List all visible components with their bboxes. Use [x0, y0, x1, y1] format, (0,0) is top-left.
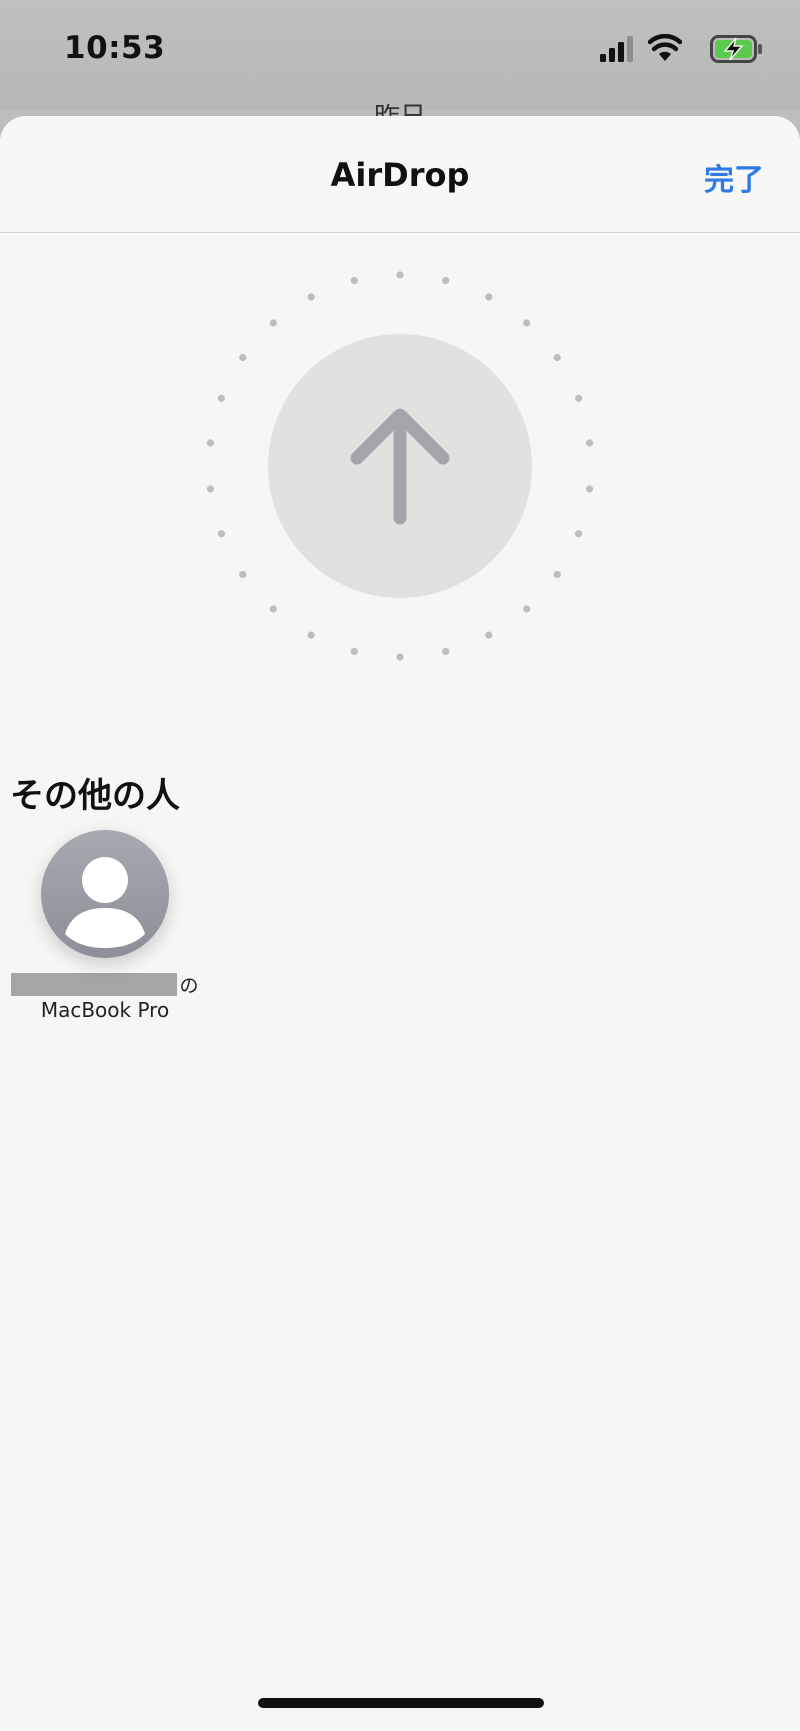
device-macbook-pro[interactable]: の MacBook Pro: [10, 830, 200, 1022]
home-indicator[interactable]: [258, 1698, 544, 1708]
radar-dot: [396, 271, 404, 279]
radar-dot: [442, 277, 450, 285]
radar-dot: [586, 439, 594, 447]
radar-dot: [307, 293, 315, 301]
airdrop-sheet: AirDrop 完了 その他の人 の MacBook Pro: [0, 116, 800, 1731]
device-owner: の: [10, 970, 200, 998]
radar-dot: [350, 277, 358, 285]
device-owner-suffix: の: [179, 974, 199, 997]
radar-dot: [239, 570, 247, 579]
radar-dot: [575, 394, 583, 402]
radar-dot: [307, 631, 315, 639]
avatar: [41, 830, 169, 958]
status-time: 10:53: [64, 30, 166, 66]
done-button[interactable]: 完了: [704, 155, 764, 199]
wifi-icon: [648, 34, 682, 61]
radar-dot: [485, 631, 493, 639]
radar-dot: [269, 319, 277, 327]
radar-dot: [553, 570, 561, 579]
radar-dot: [586, 485, 594, 493]
behind-title: 昨日: [374, 104, 426, 116]
radar-dot: [350, 647, 358, 655]
radar-dot: [217, 394, 225, 402]
radar-dot: [523, 319, 531, 327]
radar-dot: [217, 530, 225, 538]
nav-bar: AirDrop 完了: [0, 116, 800, 233]
radar-dot: [575, 530, 583, 538]
radar-dot: [523, 605, 531, 613]
redacted-owner-name: [11, 972, 178, 996]
person-icon: [65, 857, 145, 948]
radar-dot: [206, 439, 214, 447]
radar-dot: [269, 605, 277, 613]
radar-dot: [553, 353, 561, 362]
battery-charging-icon: [710, 35, 762, 63]
status-bar: 10:53 昨日: [0, 0, 800, 116]
device-name: MacBook Pro: [40, 998, 170, 1022]
page-title: AirDrop: [330, 156, 470, 194]
radar-dot: [239, 353, 247, 362]
radar-dot: [442, 647, 450, 655]
section-title-others: その他の人: [10, 776, 180, 816]
signal-icon: [600, 36, 633, 62]
airdrop-radar: [206, 271, 594, 661]
radar-dot: [206, 485, 214, 493]
radar-dot: [485, 293, 493, 301]
radar-dot: [396, 653, 404, 661]
